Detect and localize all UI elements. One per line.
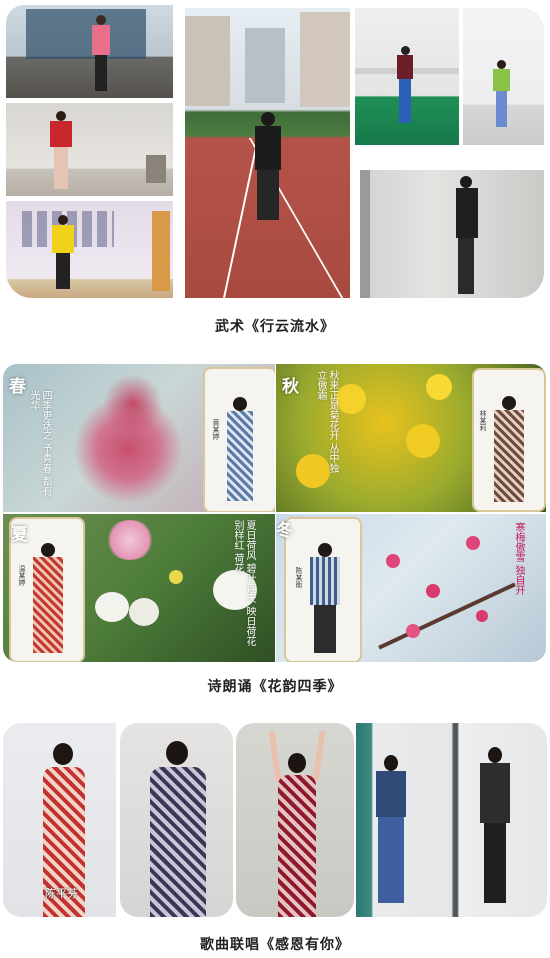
panel-autumn: 秋 秋来正是菊花开 丛中独立傲霜 林某莉 — [276, 364, 546, 512]
photo-singer-3 — [236, 723, 354, 917]
photo-yellow-shirt — [6, 201, 173, 298]
photo-rooftop — [6, 5, 173, 98]
photo-singer-1: 陈平芬 — [3, 723, 116, 917]
summer-poem-text: 夏日荷风 碧叶连天 映日荷花 别样红 荷花 — [232, 520, 255, 647]
spring-name-tag: 黄某婷 — [212, 419, 220, 440]
season-winter-label: 冬 — [276, 521, 293, 541]
section-caption-martial-arts: 武术《行云流水》 — [215, 319, 335, 335]
photo-green-shirt — [463, 8, 544, 145]
photo-running-track — [185, 8, 350, 298]
season-spring-label: 春 — [9, 377, 26, 397]
photo-singer-4 — [356, 723, 547, 917]
photo-red-shirt — [6, 103, 173, 196]
section-caption-poetry: 诗朗诵《花韵四季》 — [207, 679, 343, 695]
winter-poem-text: 寒梅傲雪 独自开 — [513, 522, 524, 596]
autumn-name-tag: 林某莉 — [479, 410, 487, 431]
photo-singer-2 — [120, 723, 233, 917]
spring-poem-text: 四季更迭之 予青春 都有光华 — [28, 390, 51, 497]
singer-name-label: 陈平芬 — [45, 887, 78, 900]
summer-name-tag: 温某婷 — [18, 565, 26, 586]
section-caption-singing: 歌曲联唱《感恩有你》 — [200, 937, 350, 953]
season-autumn-label: 秋 — [282, 377, 299, 397]
panel-summer: 温某婷 夏 夏日荷风 碧叶连天 映日荷花 别样红 荷花 — [3, 514, 275, 662]
autumn-poem-text: 秋来正是菊花开 丛中独立傲霜 — [315, 370, 338, 474]
photo-grey-wall — [360, 170, 544, 298]
winter-name-tag: 陈某衡 — [295, 567, 303, 588]
panel-winter: 陈某衡 冬 寒梅傲雪 独自开 — [276, 514, 546, 662]
panel-spring: 春 四季更迭之 予青春 都有光华 黄某婷 — [3, 364, 275, 512]
photo-green-floor — [355, 8, 459, 145]
season-summer-label: 夏 — [11, 525, 28, 545]
